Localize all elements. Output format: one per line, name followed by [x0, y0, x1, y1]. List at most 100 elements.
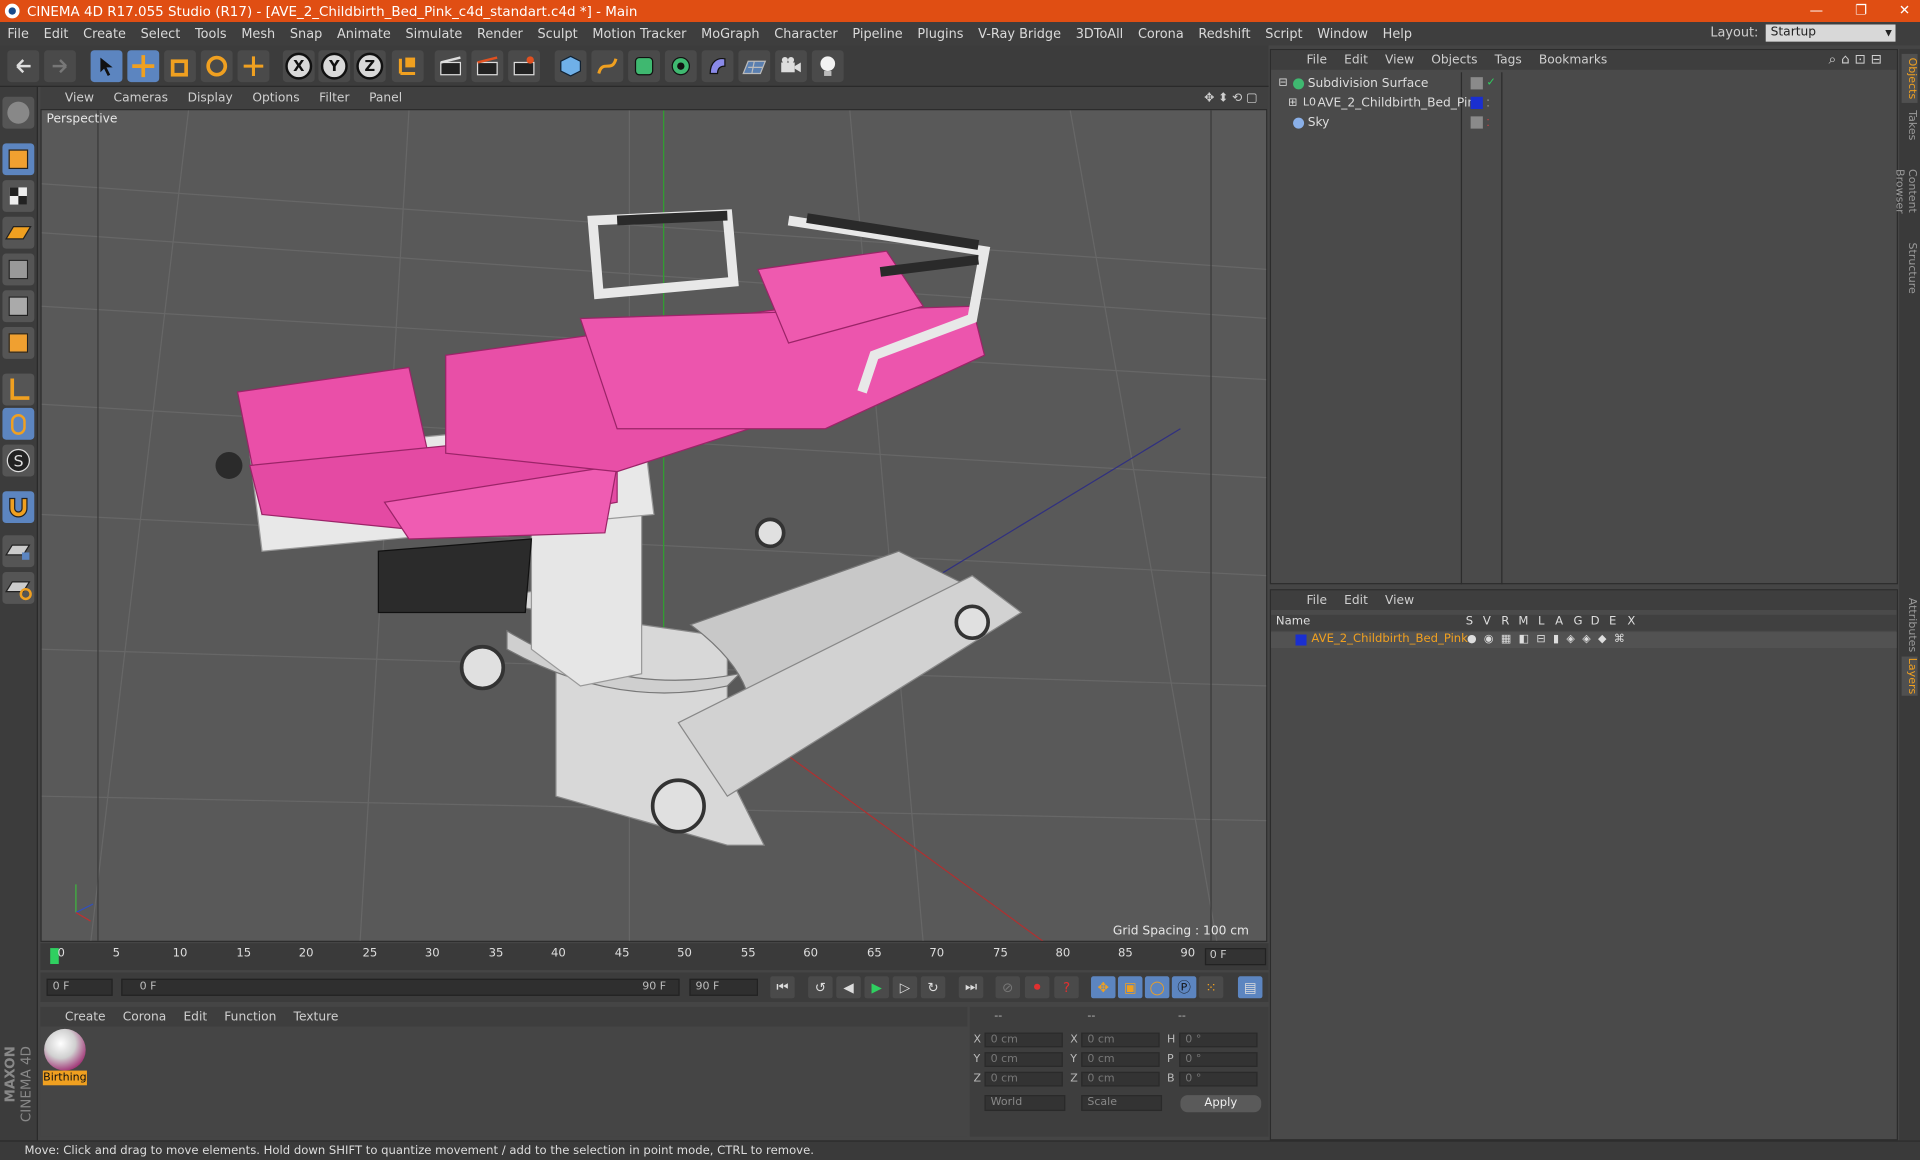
size-y-field[interactable]: 0 cm	[1081, 1052, 1160, 1067]
menu-script[interactable]: Script	[1258, 26, 1310, 41]
material-menu-edit[interactable]: Edit	[175, 1010, 216, 1023]
timeline-window-button[interactable]: ▤	[1237, 976, 1263, 999]
autokey-button[interactable]: ⏺	[1024, 976, 1050, 999]
menu-window[interactable]: Window	[1310, 26, 1375, 41]
cube-object-button[interactable]	[554, 50, 587, 83]
pen-spline-button[interactable]	[591, 50, 624, 83]
menu-tools[interactable]: Tools	[188, 26, 234, 41]
apply-button[interactable]: Apply	[1180, 1095, 1262, 1113]
next-frame-button[interactable]: ▷	[892, 976, 918, 999]
recent-tool-button[interactable]	[237, 50, 270, 83]
layer-toggle-icons[interactable]: ●◉▦◧⊟▮◈◈◆⌘	[1467, 633, 1632, 645]
end-frame-field[interactable]: 90 F	[689, 978, 758, 996]
viewport-menu-options[interactable]: Options	[243, 91, 310, 104]
menu-motion-tracker[interactable]: Motion Tracker	[585, 26, 694, 41]
visibility-dots-icon[interactable]: ⁚	[1487, 114, 1490, 132]
planar-workplane-button[interactable]	[2, 572, 35, 604]
tab-attributes[interactable]: Attributes	[1902, 595, 1917, 654]
pos-x-field[interactable]: 0 cm	[984, 1032, 1063, 1048]
render-view-button[interactable]	[434, 50, 467, 83]
menu-create[interactable]: Create	[76, 26, 133, 41]
enabled-check-icon[interactable]: ✓	[1487, 75, 1496, 93]
objects-menu-bookmarks[interactable]: Bookmarks	[1530, 53, 1616, 66]
material-menu-function[interactable]: Function	[216, 1010, 285, 1023]
key-scale-button[interactable]: ▣	[1117, 976, 1143, 999]
menu-character[interactable]: Character	[767, 26, 845, 41]
objects-menu-view[interactable]: View	[1376, 53, 1422, 66]
move-tool-button[interactable]	[127, 50, 160, 83]
layout-dropdown[interactable]: Startup	[1765, 24, 1896, 42]
cloner-button[interactable]	[664, 50, 697, 83]
edit-render-settings-button[interactable]	[508, 50, 541, 83]
tab-content-browser[interactable]: Content Browser	[1893, 147, 1917, 235]
tab-structure[interactable]: Structure	[1902, 240, 1917, 296]
objects-menu-edit[interactable]: Edit	[1336, 53, 1377, 66]
keyframe-selection-button[interactable]: ?	[1054, 976, 1079, 999]
camera-object-button[interactable]	[775, 50, 807, 83]
objects-menu-file[interactable]: File	[1298, 53, 1336, 66]
polygon-mode-button[interactable]	[2, 327, 35, 359]
rot-b-field[interactable]: 0 °	[1179, 1071, 1258, 1087]
object-row-sky[interactable]: Sky ⁚	[1273, 114, 1895, 132]
z-axis-lock-button[interactable]: Z	[353, 50, 386, 83]
viewport-menu-panel[interactable]: Panel	[359, 91, 412, 104]
current-frame-field[interactable]: 0 F	[1204, 948, 1267, 966]
objects-menu-tags[interactable]: Tags	[1486, 53, 1530, 66]
previous-key-button[interactable]: ↺	[808, 976, 833, 999]
light-object-button[interactable]	[811, 50, 844, 83]
menu-sculpt[interactable]: Sculpt	[530, 26, 585, 41]
key-point-level-button[interactable]: ⁙	[1198, 976, 1224, 999]
go-to-start-button[interactable]: ⏮	[770, 976, 795, 999]
rot-h-field[interactable]: 0 °	[1179, 1032, 1258, 1048]
menu-mesh[interactable]: Mesh	[234, 26, 283, 41]
coordinate-system-button[interactable]	[391, 50, 424, 83]
y-axis-lock-button[interactable]: Y	[318, 50, 351, 83]
close-button[interactable]: ✕	[1899, 0, 1910, 22]
previous-frame-button[interactable]: ◀	[836, 976, 861, 999]
maximize-button[interactable]: ❐	[1855, 0, 1867, 22]
tab-layers[interactable]: Layers	[1901, 656, 1918, 696]
expand-toggle-icon[interactable]: ⊞	[1288, 94, 1297, 112]
edge-mode-button[interactable]	[2, 290, 35, 323]
redo-button[interactable]	[44, 50, 76, 83]
rotate-tool-button[interactable]	[200, 50, 233, 83]
pos-y-field[interactable]: 0 cm	[984, 1052, 1063, 1067]
enable-snap-button[interactable]	[2, 491, 35, 524]
size-mode-dropdown[interactable]: Scale	[1081, 1095, 1163, 1112]
size-z-field[interactable]: 0 cm	[1081, 1071, 1160, 1087]
model-mode-button[interactable]	[2, 143, 35, 176]
objects-menu-objects[interactable]: Objects	[1423, 53, 1486, 66]
menu-snap[interactable]: Snap	[283, 26, 330, 41]
coordinate-mode-dropdown[interactable]: World	[984, 1095, 1066, 1112]
viewport-nav-icons[interactable]: ✥⬍⟲▢	[1204, 91, 1261, 104]
pos-z-field[interactable]: 0 cm	[984, 1071, 1063, 1087]
texture-mode-button[interactable]	[2, 180, 35, 212]
undo-button[interactable]	[7, 50, 40, 83]
menu-mograph[interactable]: MoGraph	[694, 26, 767, 41]
expand-toggle-icon[interactable]: ⊟	[1278, 75, 1287, 93]
axis-mode-button[interactable]	[2, 373, 35, 406]
tab-objects[interactable]: Objects	[1901, 53, 1918, 103]
layer-tag-icon[interactable]	[1470, 77, 1483, 90]
locked-workplane-button[interactable]	[2, 535, 35, 568]
object-manager-search-icon[interactable]: ⌕⌂⊡⊟	[1829, 51, 1887, 68]
menu-simulate[interactable]: Simulate	[398, 26, 470, 41]
key-rotation-button[interactable]: ◯	[1144, 976, 1170, 999]
start-frame-field[interactable]: 0 F	[46, 978, 113, 996]
menu-redshift[interactable]: Redshift	[1191, 26, 1258, 41]
viewport-menu-display[interactable]: Display	[178, 91, 243, 104]
layer-color-swatch[interactable]	[1295, 634, 1307, 646]
layers-menu-view[interactable]: View	[1376, 593, 1422, 606]
viewport-menu-view[interactable]: View	[40, 91, 103, 104]
timeline-ruler[interactable]: 0 5 10 15 20 25 30 35 40 45 50 55 60 65 …	[40, 943, 1269, 971]
frame-range-slider[interactable]: 0 F 90 F	[121, 978, 680, 996]
menu-animate[interactable]: Animate	[330, 26, 399, 41]
menu-corona[interactable]: Corona	[1131, 26, 1191, 41]
layers-menu-edit[interactable]: Edit	[1336, 593, 1377, 606]
size-x-field[interactable]: 0 cm	[1081, 1032, 1160, 1048]
viewport-menu-filter[interactable]: Filter	[309, 91, 359, 104]
material-menu-texture[interactable]: Texture	[285, 1010, 347, 1023]
tweak-mode-button[interactable]	[2, 407, 35, 440]
material-swatch[interactable]: Birthing	[42, 1028, 87, 1087]
menu-select[interactable]: Select	[133, 26, 187, 41]
